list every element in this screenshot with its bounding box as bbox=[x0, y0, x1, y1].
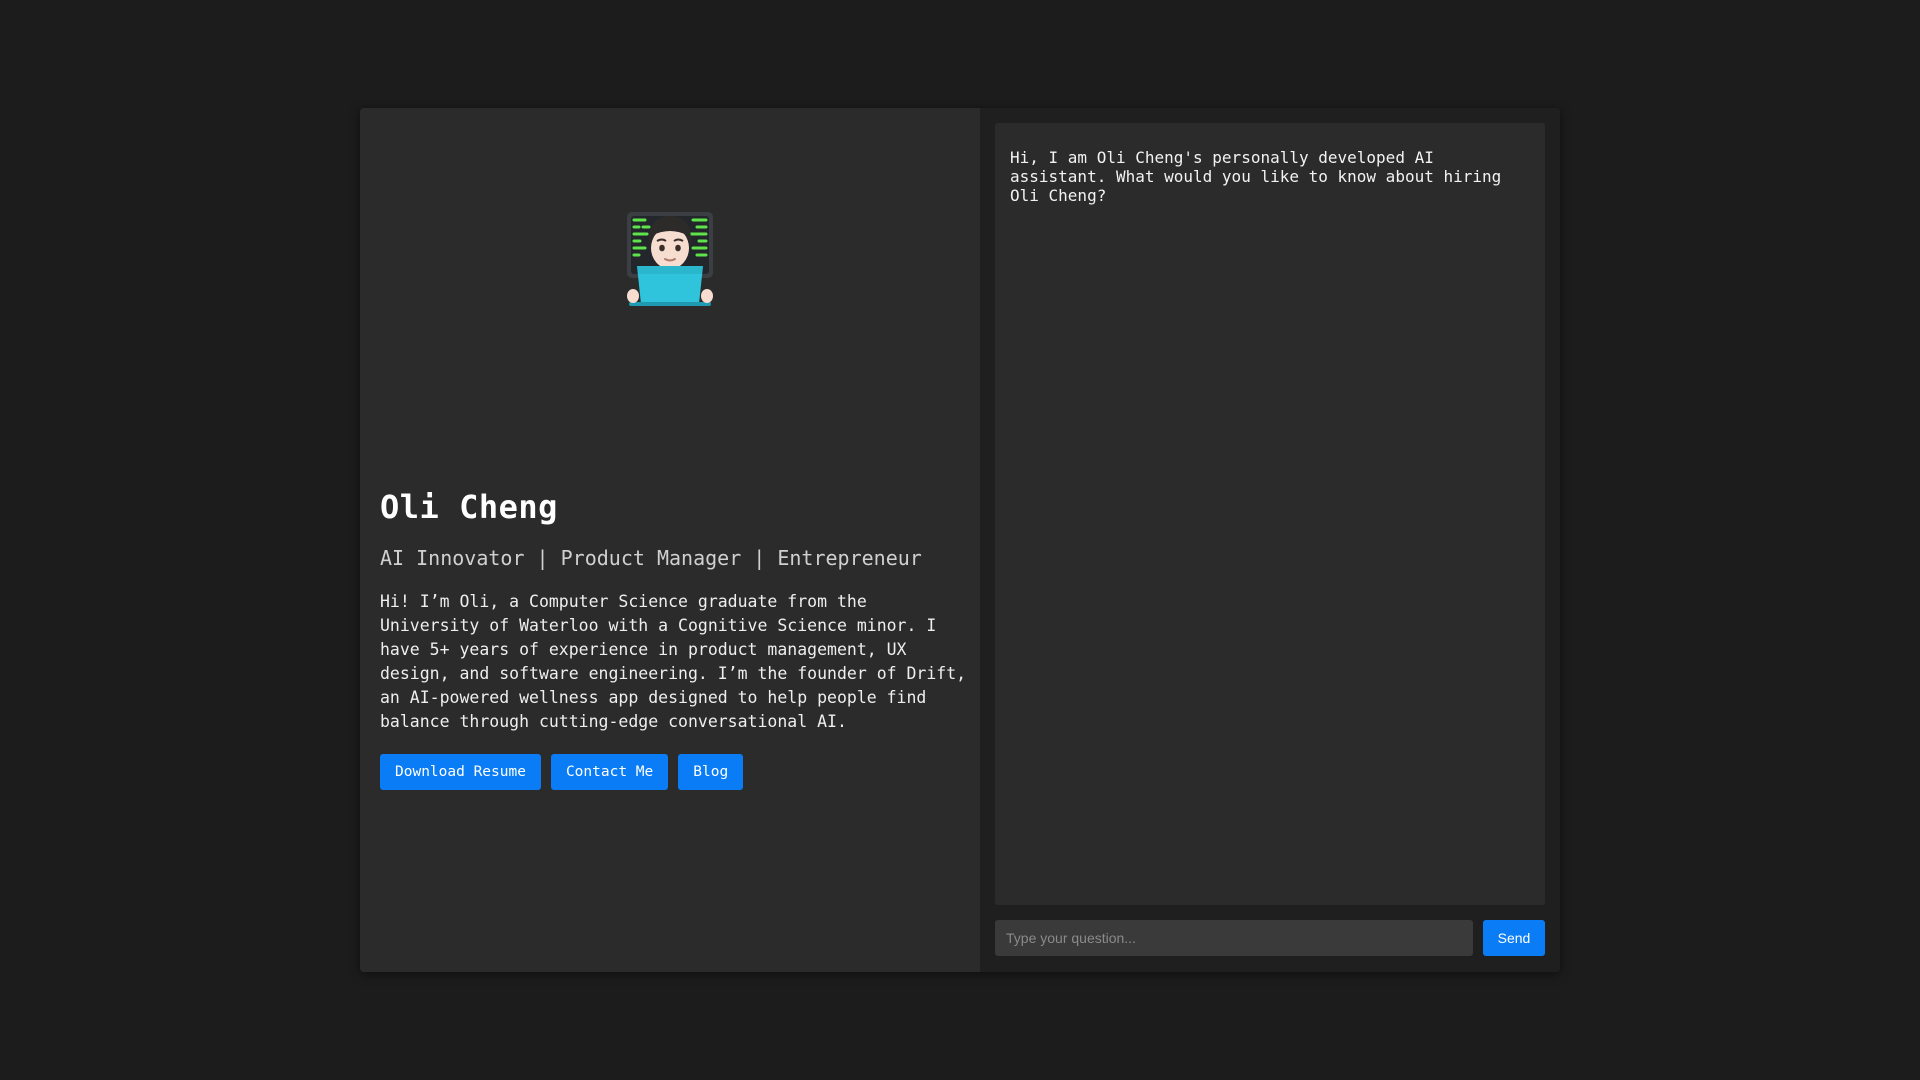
profile-actions: Download Resume Contact Me Blog bbox=[380, 754, 744, 790]
profile-tagline: AI Innovator | Product Manager | Entrepr… bbox=[380, 546, 922, 570]
app-container: Oli Cheng AI Innovator | Product Manager… bbox=[360, 108, 1560, 972]
profile-bio: Hi! I’m Oli, a Computer Science graduate… bbox=[380, 592, 967, 731]
profile-panel: Oli Cheng AI Innovator | Product Manager… bbox=[360, 108, 980, 972]
send-button[interactable]: Send bbox=[1483, 920, 1545, 956]
download-resume-button[interactable]: Download Resume bbox=[380, 754, 541, 790]
profile-name: Oli Cheng bbox=[380, 488, 558, 526]
chat-log[interactable]: Hi, I am Oli Cheng's personally develope… bbox=[995, 123, 1545, 905]
chat-panel: Hi, I am Oli Cheng's personally develope… bbox=[980, 108, 1560, 972]
blog-button[interactable]: Blog bbox=[678, 754, 744, 790]
assistant-message: Hi, I am Oli Cheng's personally develope… bbox=[1010, 148, 1502, 205]
contact-me-button[interactable]: Contact Me bbox=[550, 754, 669, 790]
question-input[interactable] bbox=[995, 920, 1473, 956]
technologist-emoji-icon bbox=[625, 210, 715, 306]
chat-input-row: Send bbox=[995, 920, 1545, 956]
